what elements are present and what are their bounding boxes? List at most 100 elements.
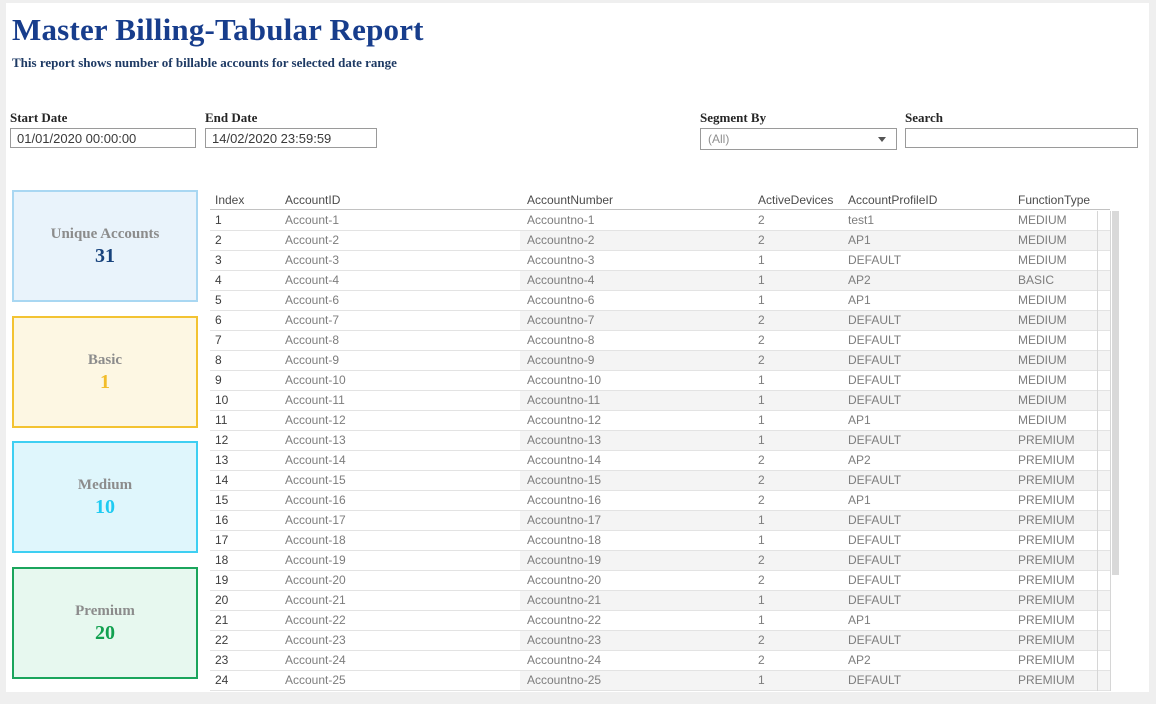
cell-accountid[interactable]: Account-14	[280, 451, 520, 470]
cell-activedevices[interactable]: 2	[752, 351, 842, 370]
table-row[interactable]: 7Account-8Accountno-82DEFAULTMEDIUM	[210, 331, 1110, 351]
cell-accountprofileid[interactable]: DEFAULT	[842, 511, 1012, 530]
column-header-accountnumber[interactable]: AccountNumber	[520, 193, 752, 209]
cell-accountnumber[interactable]: Accountno-8	[520, 331, 752, 350]
cell-activedevices[interactable]: 1	[752, 371, 842, 390]
cell-accountprofileid[interactable]: test1	[842, 211, 1012, 230]
cell-functiontype[interactable]: PREMIUM	[1012, 431, 1097, 450]
table-row[interactable]: 5Account-6Accountno-61AP1MEDIUM	[210, 291, 1110, 311]
cell-functiontype[interactable]: PREMIUM	[1012, 611, 1097, 630]
table-row[interactable]: 20Account-21Accountno-211DEFAULTPREMIUM	[210, 591, 1110, 611]
summary-card-unique-accounts[interactable]: Unique Accounts31	[12, 190, 198, 302]
cell-accountid[interactable]: Account-2	[280, 231, 520, 250]
table-row[interactable]: 9Account-10Accountno-101DEFAULTMEDIUM	[210, 371, 1110, 391]
cell-accountnumber[interactable]: Accountno-22	[520, 611, 752, 630]
cell-functiontype[interactable]: MEDIUM	[1012, 211, 1097, 230]
cell-functiontype[interactable]: MEDIUM	[1012, 411, 1097, 430]
table-row[interactable]: 12Account-13Accountno-131DEFAULTPREMIUM	[210, 431, 1110, 451]
table-row[interactable]: 21Account-22Accountno-221AP1PREMIUM	[210, 611, 1110, 631]
cell-index[interactable]: 19	[210, 571, 280, 590]
cell-accountnumber[interactable]: Accountno-25	[520, 671, 752, 690]
cell-functiontype[interactable]: PREMIUM	[1012, 591, 1097, 610]
cell-accountnumber[interactable]: Accountno-7	[520, 311, 752, 330]
cell-accountnumber[interactable]: Accountno-3	[520, 251, 752, 270]
cell-accountid[interactable]: Account-11	[280, 391, 520, 410]
cell-accountnumber[interactable]: Accountno-4	[520, 271, 752, 290]
cell-accountprofileid[interactable]: AP2	[842, 651, 1012, 670]
table-row[interactable]: 22Account-23Accountno-232DEFAULTPREMIUM	[210, 631, 1110, 651]
table-row[interactable]: 15Account-16Accountno-162AP1PREMIUM	[210, 491, 1110, 511]
cell-activedevices[interactable]: 2	[752, 551, 842, 570]
cell-activedevices[interactable]: 1	[752, 591, 842, 610]
cell-accountnumber[interactable]: Accountno-16	[520, 491, 752, 510]
cell-accountnumber[interactable]: Accountno-12	[520, 411, 752, 430]
cell-index[interactable]: 7	[210, 331, 280, 350]
cell-activedevices[interactable]: 1	[752, 251, 842, 270]
cell-activedevices[interactable]: 2	[752, 471, 842, 490]
cell-accountid[interactable]: Account-13	[280, 431, 520, 450]
column-header-index[interactable]: Index	[210, 193, 280, 209]
cell-accountprofileid[interactable]: AP2	[842, 271, 1012, 290]
cell-accountprofileid[interactable]: DEFAULT	[842, 471, 1012, 490]
cell-accountprofileid[interactable]: DEFAULT	[842, 631, 1012, 650]
cell-functiontype[interactable]: PREMIUM	[1012, 491, 1097, 510]
cell-index[interactable]: 1	[210, 211, 280, 230]
cell-accountid[interactable]: Account-10	[280, 371, 520, 390]
column-header-activedevices[interactable]: ActiveDevices	[752, 193, 842, 209]
cell-accountprofileid[interactable]: AP1	[842, 411, 1012, 430]
cell-index[interactable]: 2	[210, 231, 280, 250]
cell-activedevices[interactable]: 1	[752, 291, 842, 310]
cell-index[interactable]: 6	[210, 311, 280, 330]
cell-accountnumber[interactable]: Accountno-15	[520, 471, 752, 490]
cell-functiontype[interactable]: MEDIUM	[1012, 351, 1097, 370]
cell-activedevices[interactable]: 2	[752, 571, 842, 590]
cell-accountid[interactable]: Account-8	[280, 331, 520, 350]
cell-accountid[interactable]: Account-7	[280, 311, 520, 330]
cell-index[interactable]: 10	[210, 391, 280, 410]
table-row[interactable]: 6Account-7Accountno-72DEFAULTMEDIUM	[210, 311, 1110, 331]
cell-index[interactable]: 21	[210, 611, 280, 630]
cell-functiontype[interactable]: PREMIUM	[1012, 651, 1097, 670]
cell-accountprofileid[interactable]: AP1	[842, 611, 1012, 630]
cell-accountprofileid[interactable]: DEFAULT	[842, 331, 1012, 350]
cell-accountnumber[interactable]: Accountno-19	[520, 551, 752, 570]
cell-activedevices[interactable]: 1	[752, 511, 842, 530]
cell-accountprofileid[interactable]: DEFAULT	[842, 571, 1012, 590]
cell-accountnumber[interactable]: Accountno-11	[520, 391, 752, 410]
table-row[interactable]: 13Account-14Accountno-142AP2PREMIUM	[210, 451, 1110, 471]
cell-accountprofileid[interactable]: DEFAULT	[842, 551, 1012, 570]
cell-accountnumber[interactable]: Accountno-17	[520, 511, 752, 530]
cell-accountid[interactable]: Account-19	[280, 551, 520, 570]
table-row[interactable]: 16Account-17Accountno-171DEFAULTPREMIUM	[210, 511, 1110, 531]
cell-activedevices[interactable]: 2	[752, 311, 842, 330]
cell-accountnumber[interactable]: Accountno-13	[520, 431, 752, 450]
cell-activedevices[interactable]: 2	[752, 651, 842, 670]
cell-activedevices[interactable]: 1	[752, 531, 842, 550]
cell-index[interactable]: 13	[210, 451, 280, 470]
cell-index[interactable]: 16	[210, 511, 280, 530]
cell-index[interactable]: 17	[210, 531, 280, 550]
cell-accountid[interactable]: Account-23	[280, 631, 520, 650]
cell-index[interactable]: 8	[210, 351, 280, 370]
cell-index[interactable]: 18	[210, 551, 280, 570]
cell-accountprofileid[interactable]: DEFAULT	[842, 351, 1012, 370]
table-row[interactable]: 2Account-2Accountno-22AP1MEDIUM	[210, 231, 1110, 251]
summary-card-premium[interactable]: Premium20	[12, 567, 198, 679]
cell-accountnumber[interactable]: Accountno-10	[520, 371, 752, 390]
segment-by-select[interactable]: (All)	[700, 128, 897, 150]
cell-functiontype[interactable]: PREMIUM	[1012, 511, 1097, 530]
table-row[interactable]: 10Account-11Accountno-111DEFAULTMEDIUM	[210, 391, 1110, 411]
table-row[interactable]: 3Account-3Accountno-31DEFAULTMEDIUM	[210, 251, 1110, 271]
cell-index[interactable]: 11	[210, 411, 280, 430]
table-scrollbar-thumb[interactable]	[1112, 211, 1119, 575]
cell-accountid[interactable]: Account-4	[280, 271, 520, 290]
column-header-functiontype[interactable]: FunctionType	[1012, 193, 1097, 209]
cell-accountid[interactable]: Account-9	[280, 351, 520, 370]
cell-index[interactable]: 14	[210, 471, 280, 490]
summary-card-basic[interactable]: Basic1	[12, 316, 198, 428]
cell-functiontype[interactable]: MEDIUM	[1012, 391, 1097, 410]
table-row[interactable]: 19Account-20Accountno-202DEFAULTPREMIUM	[210, 571, 1110, 591]
cell-functiontype[interactable]: PREMIUM	[1012, 471, 1097, 490]
table-row[interactable]: 4Account-4Accountno-41AP2BASIC	[210, 271, 1110, 291]
cell-accountprofileid[interactable]: AP1	[842, 291, 1012, 310]
